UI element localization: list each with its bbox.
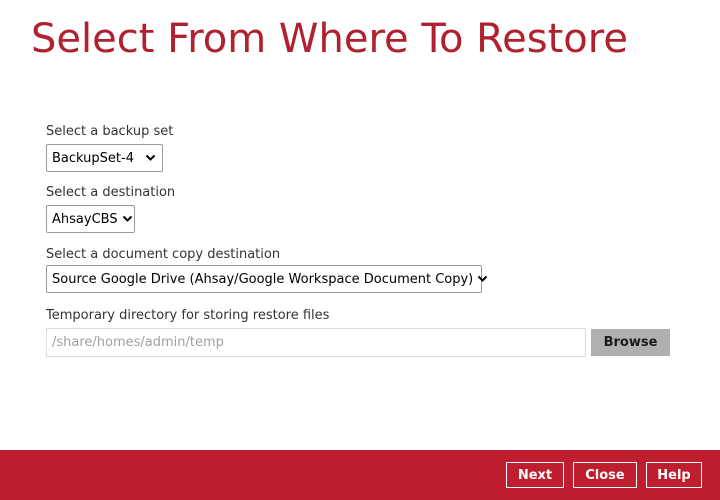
backup-set-value: BackupSet-4 [52, 150, 134, 166]
next-button[interactable]: Next [506, 462, 564, 488]
help-button[interactable]: Help [646, 462, 702, 488]
temp-dir-label: Temporary directory for storing restore … [46, 308, 330, 323]
copy-destination-select[interactable]: Source Google Drive (Ahsay/Google Worksp… [46, 265, 488, 293]
close-button[interactable]: Close [573, 462, 637, 488]
temp-dir-input[interactable] [46, 328, 586, 357]
backup-set-select[interactable]: BackupSet-4 [46, 144, 163, 172]
destination-value: AhsayCBS [52, 211, 118, 227]
destination-label: Select a destination [46, 185, 176, 200]
footer-bar: Next Close Help [0, 450, 720, 500]
chevron-down-icon [122, 215, 133, 223]
page-title: Select From Where To Restore [31, 16, 628, 62]
backup-set-label: Select a backup set [46, 124, 174, 139]
copy-destination-value: Source Google Drive (Ahsay/Google Worksp… [52, 271, 474, 287]
destination-select[interactable]: AhsayCBS [46, 205, 135, 233]
chevron-down-icon [477, 275, 488, 283]
chevron-down-icon [145, 154, 156, 162]
browse-button[interactable]: Browse [591, 329, 670, 356]
copy-destination-label: Select a document copy destination [46, 247, 281, 262]
